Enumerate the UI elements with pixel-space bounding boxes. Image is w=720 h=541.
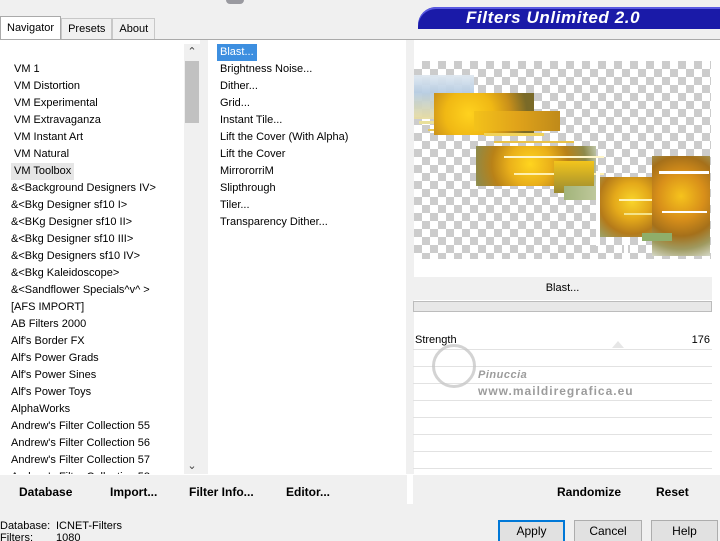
chevron-down-icon[interactable]: ⌄ bbox=[184, 458, 200, 474]
parameter-row-divider bbox=[413, 434, 712, 435]
right-toolbar: Randomize Reset bbox=[413, 475, 720, 504]
progress-bar bbox=[413, 301, 712, 312]
watermark-name: Pinuccia bbox=[478, 369, 528, 381]
tab-bar: Navigator Presets About bbox=[0, 16, 156, 39]
current-filter-name: Blast... bbox=[413, 277, 712, 300]
category-item[interactable]: VM Extravaganza bbox=[11, 112, 104, 129]
reset-button[interactable]: Reset bbox=[656, 485, 689, 499]
filter-item[interactable]: Brightness Noise... bbox=[217, 61, 315, 78]
category-item[interactable]: [AFS IMPORT] bbox=[8, 299, 87, 316]
category-item[interactable]: &<Background Designers IV> bbox=[8, 180, 159, 197]
import-button[interactable]: Import... bbox=[110, 485, 157, 499]
apply-button[interactable]: Apply bbox=[498, 520, 565, 541]
category-item[interactable]: VM Experimental bbox=[11, 95, 101, 112]
scrollbar-thumb[interactable] bbox=[185, 61, 199, 123]
category-item[interactable]: &<Bkg Designer sf10 I> bbox=[8, 197, 130, 214]
database-button[interactable]: Database bbox=[19, 485, 72, 499]
panel-divider bbox=[200, 40, 208, 474]
tab-presets[interactable]: Presets bbox=[61, 18, 113, 39]
category-item[interactable]: AlphaWorks bbox=[8, 401, 73, 418]
status-filters-label: Filters: bbox=[0, 532, 33, 541]
status-database-label: Database: bbox=[0, 520, 51, 532]
category-item[interactable]: VM Instant Art bbox=[11, 129, 86, 146]
category-item[interactable]: Andrew's Filter Collection 55 bbox=[8, 418, 153, 435]
category-item[interactable]: Alf's Power Toys bbox=[8, 384, 94, 401]
filter-item[interactable]: Grid... bbox=[217, 95, 253, 112]
parameter-row-divider bbox=[413, 417, 712, 418]
category-item[interactable]: Alf's Power Grads bbox=[8, 350, 102, 367]
category-item[interactable]: VM 1 bbox=[11, 61, 43, 78]
filter-item[interactable]: Lift the Cover bbox=[217, 146, 288, 163]
category-item[interactable]: Alf's Power Sines bbox=[8, 367, 99, 384]
category-item[interactable]: &<Bkg Designers sf10 IV> bbox=[8, 248, 143, 265]
category-item[interactable]: VM Natural bbox=[11, 146, 72, 163]
filter-item[interactable]: MirrororriM bbox=[217, 163, 277, 180]
watermark-logo-icon bbox=[432, 344, 476, 388]
status-database-value: ICNET-Filters bbox=[56, 520, 122, 532]
tab-navigator[interactable]: Navigator bbox=[0, 16, 62, 39]
filter-item[interactable]: Tiler... bbox=[217, 197, 253, 214]
category-scrollbar[interactable]: ⌃ ⌄ bbox=[184, 44, 200, 474]
help-button[interactable]: Help bbox=[651, 520, 718, 541]
filter-info-button[interactable]: Filter Info... bbox=[189, 485, 254, 499]
filter-item[interactable]: Blast... bbox=[217, 44, 257, 61]
filter-item[interactable]: Slipthrough bbox=[217, 180, 279, 197]
banner-title: Filters Unlimited 2.0 bbox=[466, 8, 641, 27]
editor-button[interactable]: Editor... bbox=[286, 485, 330, 499]
window-edge-decoration bbox=[226, 0, 244, 4]
status-filters: Filters: 1080 bbox=[0, 532, 80, 541]
filter-item[interactable]: Transparency Dither... bbox=[217, 214, 331, 231]
filter-list[interactable]: Blast... Brightness Noise... Dither... Grid… bbox=[208, 44, 406, 474]
strength-value[interactable]: 176 bbox=[650, 334, 710, 346]
parameter-row-divider bbox=[413, 468, 712, 469]
category-item[interactable]: VM Distortion bbox=[11, 78, 83, 95]
category-item[interactable]: &<Bkg Designer sf10 III> bbox=[8, 231, 136, 248]
category-item[interactable]: &<Bkg Kaleidoscope> bbox=[8, 265, 122, 282]
status-filters-value: 1080 bbox=[56, 532, 81, 541]
category-item[interactable]: &<BKg Designer sf10 II> bbox=[8, 214, 135, 231]
parameter-row-divider bbox=[413, 400, 712, 401]
category-item[interactable]: &<Sandflower Specials^v^ > bbox=[8, 282, 153, 299]
cancel-button[interactable]: Cancel bbox=[574, 520, 642, 541]
parameter-row-divider bbox=[413, 451, 712, 452]
category-item[interactable]: AB Filters 2000 bbox=[8, 316, 89, 333]
left-toolbar: Database Import... Filter Info... Editor… bbox=[0, 475, 407, 504]
category-item[interactable]: Andrew's Filter Collection 57 bbox=[8, 452, 153, 469]
chevron-up-icon[interactable]: ⌃ bbox=[184, 44, 200, 60]
watermark-url: www.maildiregrafica.eu bbox=[478, 384, 634, 398]
randomize-button[interactable]: Randomize bbox=[557, 485, 621, 499]
filter-item[interactable]: Dither... bbox=[217, 78, 261, 95]
filter-item[interactable]: Lift the Cover (With Alpha) bbox=[217, 129, 351, 146]
category-item[interactable]: Andrew's Filter Collection 56 bbox=[8, 435, 153, 452]
status-database: Database: ICNET-Filters bbox=[0, 520, 122, 532]
category-list[interactable]: VM 1 VM Distortion VM Experimental VM Extra… bbox=[0, 44, 200, 474]
category-item[interactable]: Andrew's Filter Collection 58 bbox=[8, 469, 153, 474]
category-item[interactable]: VM Toolbox bbox=[11, 163, 75, 180]
category-item[interactable]: Alf's Border FX bbox=[8, 333, 88, 350]
preview-image bbox=[414, 61, 711, 259]
filter-item[interactable]: Instant Tile... bbox=[217, 112, 285, 129]
tab-about[interactable]: About bbox=[112, 18, 156, 39]
strength-slider-marker[interactable] bbox=[612, 341, 624, 348]
